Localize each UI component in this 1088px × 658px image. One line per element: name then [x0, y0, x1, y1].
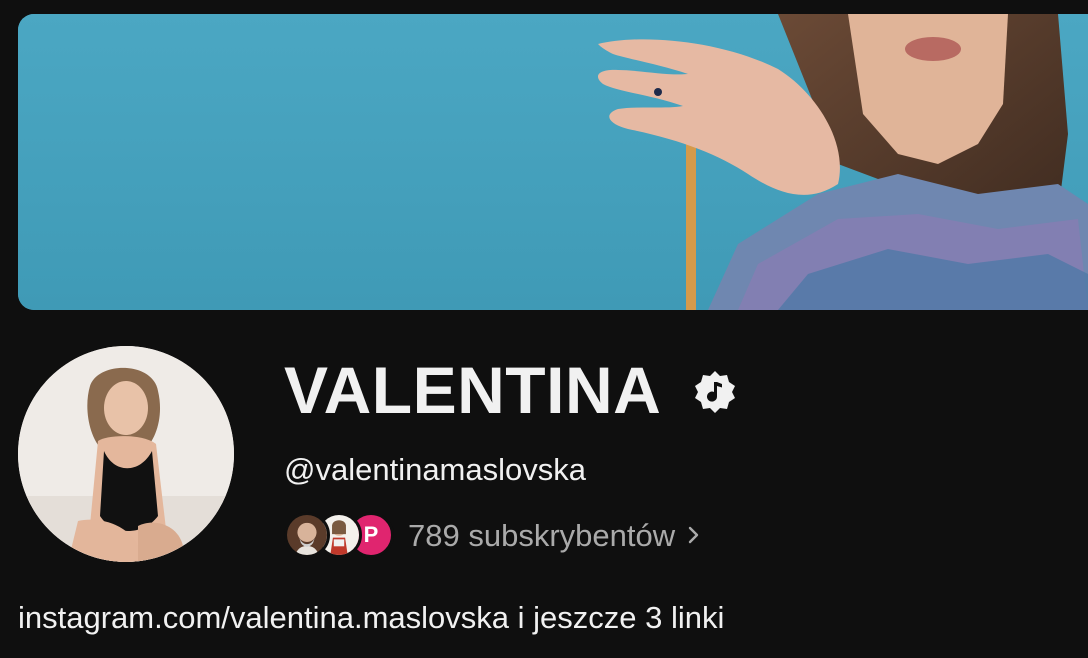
- subscriber-count: 789 subskrybentów: [408, 517, 676, 553]
- chevron-right-icon: [687, 524, 705, 546]
- subscribers-button[interactable]: P 789 subskrybentów: [284, 510, 705, 560]
- banner-image: [18, 14, 1088, 310]
- channel-title-row: VALENTINA: [284, 352, 739, 428]
- channel-header: VALENTINA @valentinamaslovska P 789 subs…: [0, 0, 1088, 658]
- channel-links[interactable]: instagram.com/valentina.maslovska i jesz…: [18, 598, 724, 638]
- channel-name: VALENTINA: [284, 353, 662, 427]
- avatar-image: [18, 346, 234, 562]
- subscriber-avatar-1: [284, 512, 330, 558]
- channel-banner[interactable]: [18, 14, 1088, 310]
- subscriber-avatar-letter: P: [363, 522, 379, 547]
- subscriber-avatars: P: [284, 510, 396, 560]
- primary-link[interactable]: instagram.com/valentina.maslovska: [18, 600, 509, 635]
- channel-handle: @valentinamaslovska: [284, 452, 586, 487]
- music-note-badge-icon[interactable]: [691, 368, 739, 416]
- channel-avatar[interactable]: [18, 346, 234, 562]
- more-links-text[interactable]: i jeszcze 3 linki: [509, 600, 725, 635]
